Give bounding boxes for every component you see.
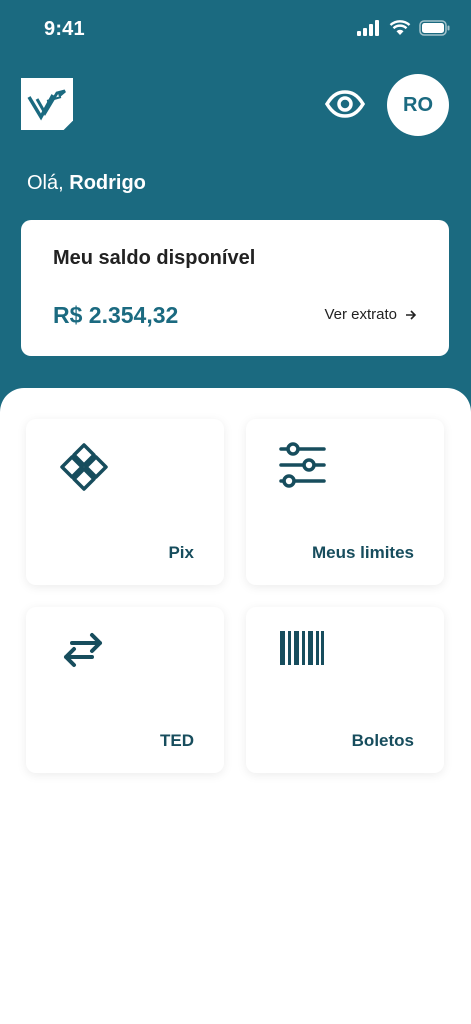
balance-amount: R$ 2.354,32: [53, 302, 179, 328]
user-name: Rodrigo: [69, 172, 146, 194]
status-bar: 9:41: [0, 0, 471, 60]
barcode-icon: [278, 629, 326, 672]
status-time: 9:41: [44, 18, 85, 40]
header-background: [0, 0, 471, 420]
balance-title: Meu saldo disponível: [53, 247, 256, 269]
shortcut-label: TED: [160, 731, 194, 750]
avatar[interactable]: RO: [387, 74, 449, 136]
eye-icon: [325, 90, 365, 118]
shortcut-label: Pix: [168, 543, 194, 562]
arrow-right-icon: [406, 309, 417, 320]
transfer-arrows-icon: [58, 629, 106, 674]
shortcut-label: Boletos: [351, 731, 414, 750]
view-statement-label: Ver extrato: [324, 306, 397, 323]
shortcut-limits[interactable]: Meus limites: [246, 419, 444, 585]
shortcut-pix[interactable]: Pix: [26, 419, 224, 585]
status-icons: [357, 20, 451, 36]
wifi-icon: [389, 20, 411, 35]
view-statement-link[interactable]: Ver extrato: [324, 306, 417, 323]
wing-logo-icon: [27, 89, 66, 121]
toggle-balance-visibility-button[interactable]: [323, 86, 367, 122]
app-logo: [21, 78, 73, 130]
sliders-icon: [278, 441, 328, 494]
pix-icon: [58, 441, 110, 498]
shortcuts-panel: Pix Meus limites TED Boletos: [0, 388, 471, 1024]
greeting: Olá, Rodrigo: [27, 172, 146, 195]
signal-icon: [357, 20, 379, 36]
shortcut-ted[interactable]: TED: [26, 607, 224, 773]
shortcut-label: Meus limites: [311, 543, 414, 562]
greeting-prefix: Olá,: [27, 172, 64, 194]
shortcut-boletos[interactable]: Boletos: [246, 607, 444, 773]
battery-icon: [419, 20, 450, 36]
balance-card: Meu saldo disponível R$ 2.354,32 Ver ext…: [21, 220, 449, 356]
